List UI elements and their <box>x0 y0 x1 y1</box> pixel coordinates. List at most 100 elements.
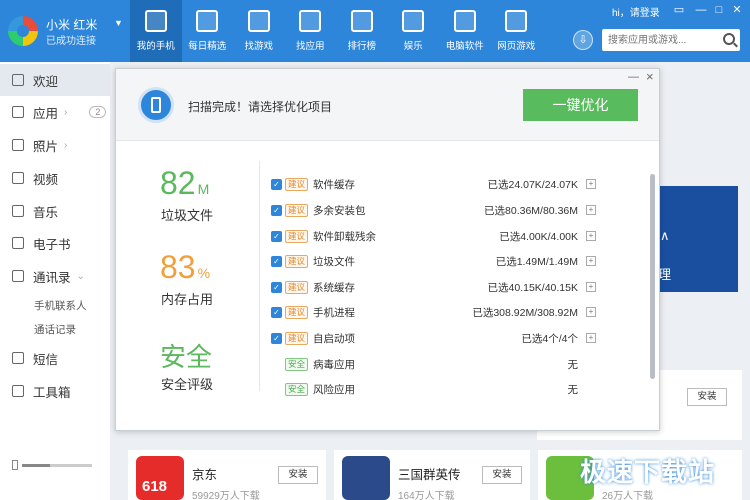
one-click-optimize-button[interactable]: 一键优化 <box>523 89 638 121</box>
app-card-jd[interactable]: 618 京东 59929万人下载 安装 <box>128 450 326 500</box>
list-item[interactable]: ✓ 建议 系统缓存 已选40.15K/40.15K + <box>271 278 596 298</box>
search-box <box>602 29 740 51</box>
toolbox-icon <box>12 385 24 397</box>
chevron-right-icon: › <box>64 139 68 151</box>
promo-badge: 618 <box>142 478 168 495</box>
chevron-down-icon[interactable]: ▼ <box>114 18 123 28</box>
device-selector[interactable]: 小米 红米 已成功连接 ▼ <box>8 14 128 48</box>
sidebar-item-label: 电子书 <box>33 237 71 252</box>
list-item[interactable]: ✓ 建议 多余安装包 已选80.36M/80.36M + <box>271 201 596 221</box>
nav-find-games[interactable]: 找游戏 <box>233 0 285 62</box>
scan-status-text: 扫描完成！请选择优化项目 <box>188 100 333 114</box>
sidebar-item-ebook[interactable]: 电子书 <box>0 227 110 259</box>
chevron-right-icon: › <box>64 106 68 118</box>
suggest-tag: 建议 <box>285 255 309 268</box>
list-item[interactable]: ✓ 建议 手机进程 已选308.92M/308.92M + <box>271 303 596 323</box>
stat-unit: % <box>197 265 211 281</box>
sidebar-item-label: 通讯录 <box>33 270 71 285</box>
nav-my-phone[interactable]: 我的手机 <box>130 0 182 62</box>
nav-find-apps[interactable]: 找应用 <box>285 0 337 62</box>
nav-entertainment[interactable]: 娱乐 <box>388 0 440 62</box>
expand-icon[interactable]: + <box>586 231 596 241</box>
install-button[interactable]: 安装 <box>278 466 318 484</box>
suggest-tag: 建议 <box>285 332 309 345</box>
sidebar-item-label: 欢迎 <box>33 74 59 89</box>
dialog-minimize-icon[interactable]: — <box>628 71 639 83</box>
nav-label: 娱乐 <box>403 41 423 52</box>
search-input[interactable] <box>602 29 714 51</box>
sidebar-item-music[interactable]: 音乐 <box>0 195 110 227</box>
app-name: 三国群英传 <box>398 468 461 482</box>
item-name: 多余安装包 <box>313 205 366 217</box>
sidebar-item-label: 照片 <box>33 139 59 154</box>
sidebar-sub-call-log[interactable]: 通话记录 <box>34 322 76 337</box>
count-badge: 2 <box>89 106 107 118</box>
sidebar-item-toolbox[interactable]: 工具箱 <box>0 375 110 407</box>
nav-pc-software[interactable]: 电脑软件 <box>439 0 491 62</box>
zoom-slider[interactable] <box>22 464 92 467</box>
checkbox-checked-icon[interactable]: ✓ <box>271 256 282 267</box>
item-value: 无 <box>567 384 579 396</box>
item-value: 已选4.00K/4.00K <box>499 231 578 243</box>
item-name: 风险应用 <box>313 384 355 396</box>
checkbox-checked-icon[interactable]: ✓ <box>271 307 282 318</box>
close-icon[interactable]: ✕ <box>728 2 746 18</box>
suggest-tag: 建议 <box>285 204 309 217</box>
divider <box>259 161 260 391</box>
nav-rankings[interactable]: 排行榜 <box>336 0 388 62</box>
menu-icon[interactable]: ▭ <box>670 2 688 18</box>
checkbox-checked-icon[interactable]: ✓ <box>271 179 282 190</box>
item-value: 已选1.49M/1.49M <box>495 256 578 268</box>
expand-icon[interactable]: + <box>586 256 596 266</box>
dialog-close-icon[interactable]: × <box>646 69 654 84</box>
maximize-icon[interactable]: □ <box>710 2 728 18</box>
expand-icon[interactable]: + <box>586 179 596 189</box>
phone-small-icon <box>12 460 18 470</box>
checkbox-checked-icon[interactable]: ✓ <box>271 205 282 216</box>
list-item[interactable]: ✓ 建议 垃圾文件 已选1.49M/1.49M + <box>271 252 596 272</box>
sidebar-item-contacts[interactable]: 通讯录 ⌄ <box>0 260 110 292</box>
checkbox-checked-icon[interactable]: ✓ <box>271 231 282 242</box>
device-name: 小米 红米 <box>46 18 98 32</box>
dialog-scrollbar[interactable] <box>650 174 655 379</box>
checkbox-checked-icon[interactable]: ✓ <box>271 333 282 344</box>
sidebar-item-video[interactable]: 视频 <box>0 162 110 194</box>
expand-icon[interactable]: + <box>586 205 596 215</box>
phone-scan-icon <box>138 87 174 123</box>
expand-icon[interactable]: + <box>586 333 596 343</box>
nav-label: 电脑软件 <box>445 41 484 52</box>
contacts-icon <box>12 270 24 282</box>
minimize-icon[interactable]: — <box>692 2 710 18</box>
sidebar-item-welcome[interactable]: 欢迎 <box>0 64 110 96</box>
nav-label: 找游戏 <box>244 41 273 52</box>
search-icon[interactable] <box>723 33 735 45</box>
sidebar-item-apps[interactable]: 应用 › 2 <box>0 96 110 128</box>
app-downloads: 164万人下载 <box>398 491 455 500</box>
login-link[interactable]: hi，请登录 <box>612 4 660 19</box>
nav-web-games[interactable]: 网页游戏 <box>491 0 543 62</box>
book-icon <box>12 237 24 249</box>
checkbox-checked-icon[interactable]: ✓ <box>271 282 282 293</box>
app-card-sanguo[interactable]: 三国群英传 164万人下载 安装 <box>334 450 530 500</box>
sidebar-item-photos[interactable]: 照片 › <box>0 129 110 161</box>
nav-label: 网页游戏 <box>497 41 536 52</box>
list-item[interactable]: ✓ 建议 自启动项 已选4个/4个 + <box>271 329 596 349</box>
list-item[interactable]: ✓ 建议 软件卸载残余 已选4.00K/4.00K + <box>271 227 596 247</box>
list-item: 安全 风险应用 无 <box>271 380 596 400</box>
apps-icon <box>12 106 24 118</box>
install-button[interactable]: 安装 <box>482 466 522 484</box>
sidebar-item-sms[interactable]: 短信 <box>0 342 110 374</box>
expand-icon[interactable]: + <box>586 282 596 292</box>
sidebar-sub-phone-contacts[interactable]: 手机联系人 <box>34 298 87 313</box>
nav-daily-picks[interactable]: 每日精选 <box>182 0 234 62</box>
list-item[interactable]: ✓ 建议 软件缓存 已选24.07K/24.07K + <box>271 175 596 195</box>
item-value: 已选24.07K/24.07K <box>487 179 578 191</box>
install-button[interactable]: 安装 <box>687 388 727 406</box>
item-name: 软件缓存 <box>313 179 355 191</box>
music-icon <box>12 205 24 217</box>
sidebar-item-label: 视频 <box>33 172 59 187</box>
main-nav: 我的手机 每日精选 找游戏 找应用 排行榜 娱乐 电脑软件 网页游戏 <box>130 0 542 62</box>
expand-icon[interactable]: + <box>586 307 596 317</box>
download-icon[interactable]: ⇩ <box>573 30 593 50</box>
chevron-down-icon: ⌄ <box>76 270 85 282</box>
